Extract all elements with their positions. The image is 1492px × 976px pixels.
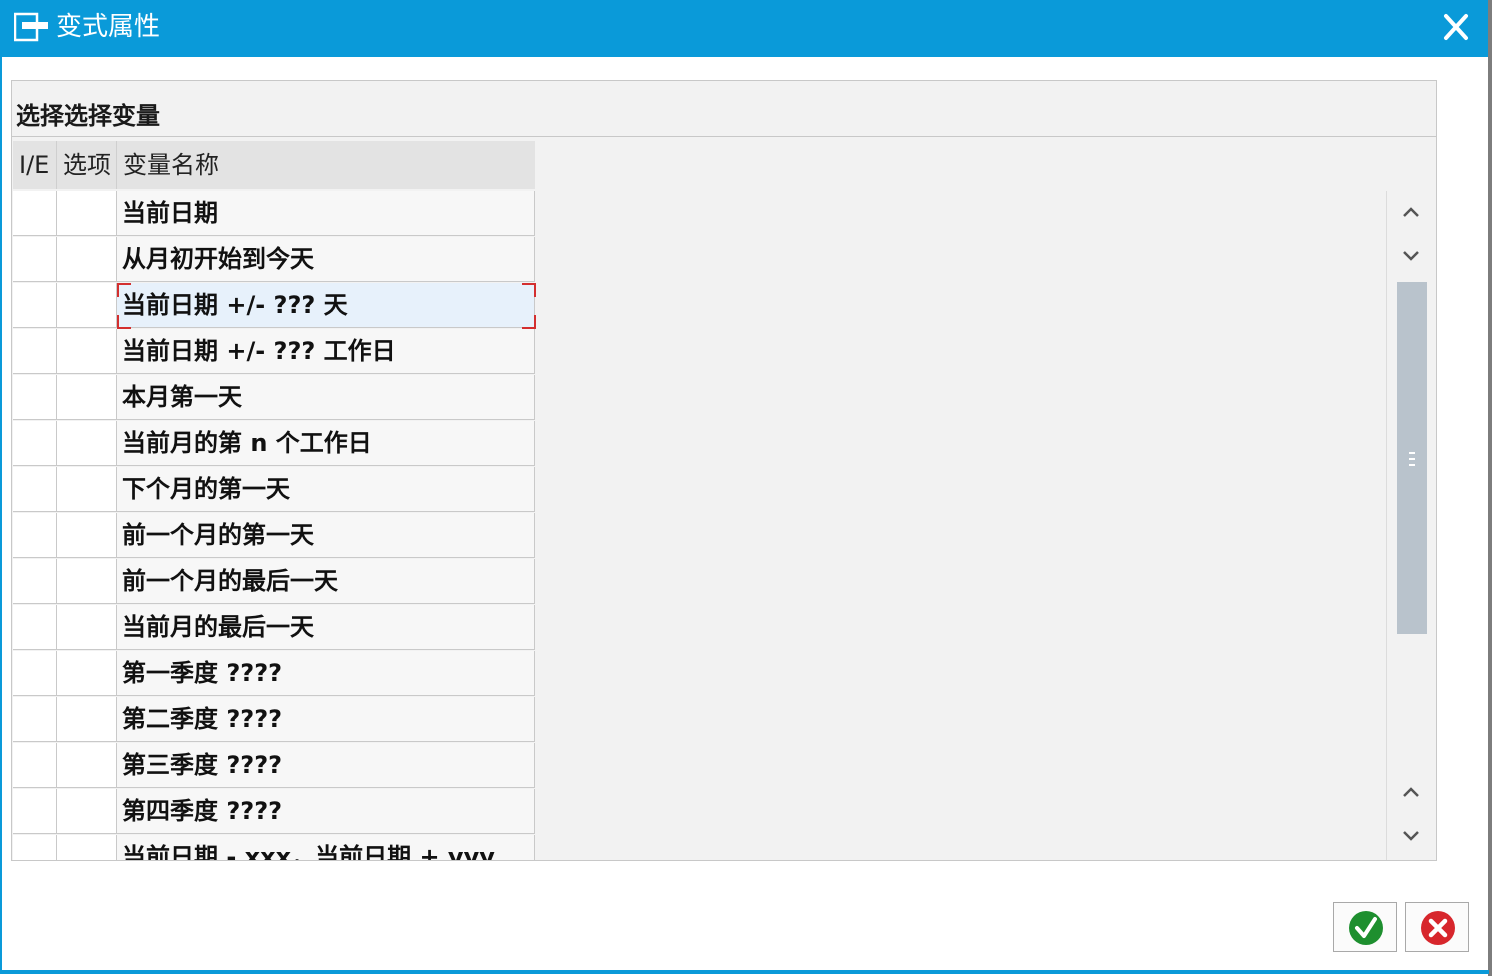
window-border-left (0, 57, 2, 972)
vertical-scrollbar[interactable] (1386, 191, 1435, 860)
table-row[interactable]: 前一个月的第一天 (13, 513, 535, 559)
variable-name-cell[interactable]: 前一个月的第一天 (117, 513, 535, 558)
check-icon (1349, 911, 1383, 945)
ie-cell[interactable] (13, 329, 57, 374)
window-border-right (1488, 0, 1492, 976)
window-border-bottom (0, 970, 1489, 974)
variable-name-cell[interactable]: 从月初开始到今天 (117, 237, 535, 282)
ie-cell[interactable] (13, 697, 57, 742)
window-title: 变式属性 (56, 12, 161, 42)
option-cell[interactable] (57, 467, 117, 512)
table-row[interactable]: 本月第一天 (13, 375, 535, 421)
ie-cell[interactable] (13, 743, 57, 788)
cancel-icon (1421, 911, 1455, 945)
table-row[interactable]: 当前日期 - xxx，当前日期 + yyy (13, 835, 535, 860)
variable-name-cell[interactable]: 当前月的最后一天 (117, 605, 535, 650)
column-header-variable-name[interactable]: 变量名称 (117, 141, 535, 189)
ie-cell[interactable] (13, 789, 57, 834)
option-cell[interactable] (57, 651, 117, 696)
table-row[interactable]: 第三季度 ???? (13, 743, 535, 789)
variable-name-cell[interactable]: 当前日期 +/- ??? 工作日 (117, 329, 535, 374)
table-row[interactable]: 当前月的第 n 个工作日 (13, 421, 535, 467)
option-cell[interactable] (57, 237, 117, 282)
option-cell[interactable] (57, 283, 117, 328)
option-cell[interactable] (57, 375, 117, 420)
title-bar: 变式属性 (0, 0, 1489, 57)
option-cell[interactable] (57, 697, 117, 742)
variable-name-cell[interactable]: 本月第一天 (117, 375, 535, 420)
ok-button[interactable] (1333, 902, 1397, 952)
ie-cell[interactable] (13, 513, 57, 558)
table-empty-area (536, 191, 1385, 860)
chevron-down-icon[interactable] (1397, 237, 1425, 273)
variable-name-cell[interactable]: 第四季度 ???? (117, 789, 535, 834)
option-cell[interactable] (57, 191, 117, 236)
variable-name-cell[interactable]: 当前月的第 n 个工作日 (117, 421, 535, 466)
window-icon (14, 12, 48, 42)
grip-icon (1409, 452, 1415, 466)
ie-cell[interactable] (13, 283, 57, 328)
divider (12, 136, 1436, 137)
close-icon[interactable] (1436, 10, 1476, 46)
table-row[interactable]: 下个月的第一天 (13, 467, 535, 513)
option-cell[interactable] (57, 605, 117, 650)
table-row[interactable]: 前一个月的最后一天 (13, 559, 535, 605)
ie-cell[interactable] (13, 191, 57, 236)
ie-cell[interactable] (13, 375, 57, 420)
ie-cell[interactable] (13, 835, 57, 860)
option-cell[interactable] (57, 559, 117, 604)
option-cell[interactable] (57, 329, 117, 374)
ie-cell[interactable] (13, 605, 57, 650)
option-cell[interactable] (57, 513, 117, 558)
section-title: 选择选择变量 (16, 102, 160, 130)
variables-table: 当前日期 从月初开始到今天 当前日期 +/- ??? 天当前日期 +/- ??? 工… (13, 191, 535, 860)
variable-name-cell[interactable]: 前一个月的最后一天 (117, 559, 535, 604)
table-row[interactable]: 从月初开始到今天 (13, 237, 535, 283)
option-cell[interactable] (57, 421, 117, 466)
table-row[interactable]: 当前日期 +/- ??? 天 (13, 283, 535, 329)
variable-name-cell[interactable]: 第一季度 ???? (117, 651, 535, 696)
column-header-option[interactable]: 选项 (57, 141, 117, 189)
table-row[interactable]: 当前日期 (13, 191, 535, 237)
ie-cell[interactable] (13, 651, 57, 696)
ie-cell[interactable] (13, 559, 57, 604)
variable-name-cell[interactable]: 当前日期 - xxx，当前日期 + yyy (117, 835, 535, 860)
table-row[interactable]: 第四季度 ???? (13, 789, 535, 835)
option-cell[interactable] (57, 743, 117, 788)
variable-name-cell[interactable]: 下个月的第一天 (117, 467, 535, 512)
cancel-button[interactable] (1405, 902, 1469, 952)
option-cell[interactable] (57, 835, 117, 860)
variable-name-cell[interactable]: 第二季度 ???? (117, 697, 535, 742)
chevron-up-icon[interactable] (1397, 775, 1425, 811)
chevron-up-icon[interactable] (1397, 195, 1425, 231)
table-row[interactable]: 当前日期 +/- ??? 工作日 (13, 329, 535, 375)
table-row[interactable]: 第一季度 ???? (13, 651, 535, 697)
column-header-ie[interactable]: I/E (13, 141, 57, 189)
table-row[interactable]: 当前月的最后一天 (13, 605, 535, 651)
ie-cell[interactable] (13, 467, 57, 512)
table-row[interactable]: 第二季度 ???? (13, 697, 535, 743)
scrollbar-thumb[interactable] (1397, 282, 1427, 634)
variable-name-cell[interactable]: 当前日期 +/- ??? 天 (117, 283, 535, 328)
ie-cell[interactable] (13, 237, 57, 282)
variable-name-cell[interactable]: 第三季度 ???? (117, 743, 535, 788)
chevron-down-icon[interactable] (1397, 817, 1425, 853)
option-cell[interactable] (57, 789, 117, 834)
variable-name-cell[interactable]: 当前日期 (117, 191, 535, 236)
ie-cell[interactable] (13, 421, 57, 466)
